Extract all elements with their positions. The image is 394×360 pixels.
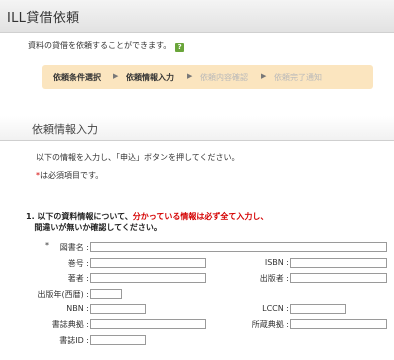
pub-year-input[interactable] <box>90 289 122 299</box>
publisher-label: 出版者 : <box>259 274 289 283</box>
author-input[interactable] <box>90 273 206 283</box>
question-number: 1. <box>26 212 35 221</box>
intro-label: 資料の貸借を依頼することができます。 <box>28 41 172 50</box>
page-header: ILL貸借依頼 <box>0 0 394 33</box>
biblio-source-label: 書誌典拠 : <box>51 320 89 329</box>
instruction-text: 以下の情報を入力し、「申込」ボタンを押してください。 <box>36 153 240 162</box>
step-progress-bar: 依頼条件選択 ▶ 依頼情報入力 ▶ 依頼内容確認 ▶ 依頼完了通知 <box>42 65 373 89</box>
biblio-id-input[interactable] <box>90 335 146 345</box>
biblio-source-input[interactable] <box>90 319 206 329</box>
help-icon[interactable]: ? <box>175 43 185 52</box>
isbn-input[interactable] <box>290 258 387 268</box>
question-1: 1. 以下の資料情報について、分かっている情報は必ず全て入力し、 間違いが無いか… <box>26 211 268 233</box>
author-label: 著者 : <box>67 274 89 283</box>
book-title-label: 図書名 : <box>59 243 89 252</box>
step-arrow-icon: ▶ <box>261 72 267 80</box>
volume-input[interactable] <box>90 258 206 268</box>
section-title: 依頼情報入力 <box>32 123 98 136</box>
nbn-input[interactable] <box>90 304 146 314</box>
required-mark: * <box>45 241 49 250</box>
step-confirm: 依頼内容確認 <box>200 73 248 82</box>
lccn-label: LCCN : <box>262 304 289 313</box>
page-title: ILL貸借依頼 <box>7 11 80 26</box>
pub-year-label: 出版年(西暦) : <box>37 290 89 299</box>
nbn-label: NBN : <box>66 304 89 313</box>
question-text-2: 間違いが無いか確認してください。 <box>34 223 162 232</box>
holding-source-input[interactable] <box>290 319 387 329</box>
publisher-input[interactable] <box>290 273 387 283</box>
step-select-conditions: 依頼条件選択 <box>53 73 101 82</box>
step-arrow-icon: ▶ <box>113 72 119 80</box>
required-note: *は必須項目です。 <box>36 170 103 181</box>
step-complete: 依頼完了通知 <box>274 73 322 82</box>
book-title-input[interactable] <box>90 242 387 252</box>
volume-label: 巻号 : <box>67 259 89 268</box>
intro-text: 資料の貸借を依頼することができます。? <box>28 40 185 52</box>
biblio-id-label: 書誌ID : <box>59 336 89 345</box>
step-enter-info: 依頼情報入力 <box>126 73 174 82</box>
holding-source-label: 所蔵典拠 : <box>251 320 289 329</box>
question-text: 以下の資料情報について、 <box>37 212 133 221</box>
question-emphasis: 分かっている情報は必ず全て入力し、 <box>132 212 269 221</box>
isbn-label: ISBN : <box>264 258 289 267</box>
step-arrow-icon: ▶ <box>187 72 193 80</box>
section-header: 依頼情報入力 <box>0 116 394 141</box>
lccn-input[interactable] <box>290 304 346 314</box>
required-note-text: は必須項目です。 <box>40 171 104 180</box>
